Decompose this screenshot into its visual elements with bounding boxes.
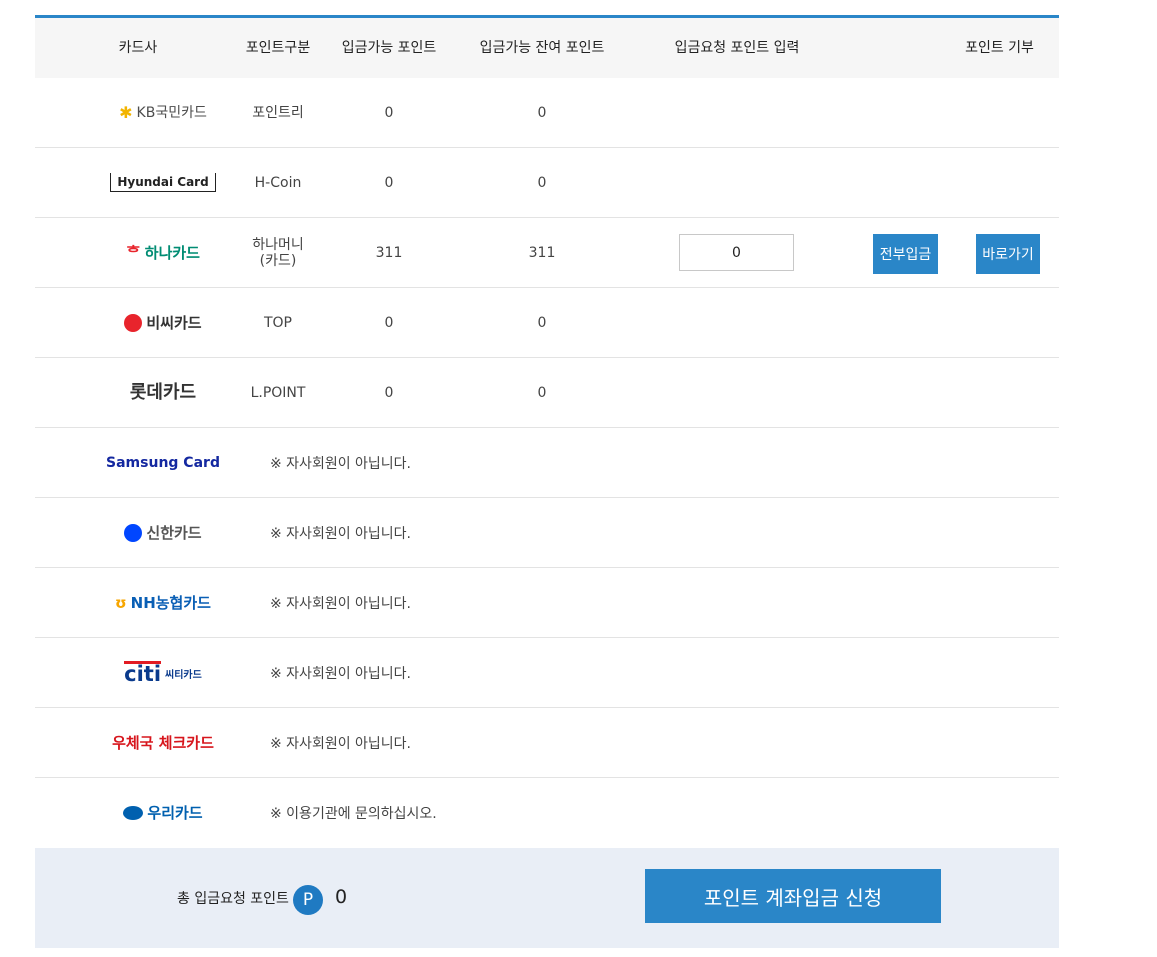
donate-go-button[interactable]: 바로가기 xyxy=(976,234,1040,274)
kb-star-icon: ✱ xyxy=(119,102,133,122)
deposit-all-button[interactable]: 전부입금 xyxy=(873,234,938,274)
request-points-input[interactable] xyxy=(679,234,794,271)
point-type-line1: 하나머니 xyxy=(252,236,304,253)
available-points: 0 xyxy=(384,104,394,121)
available-points: 311 xyxy=(375,244,403,261)
table-row: ᄒ 하나카드 하나머니 (카드) 311 311 전부입금 바로가기 xyxy=(35,218,1059,288)
remaining-points: 311 xyxy=(528,244,556,261)
card-logo-text: 롯데카드 xyxy=(129,381,197,403)
card-logo: Hyundai Card xyxy=(88,148,238,217)
table-row: ✱ KB국민카드 포인트리 0 0 xyxy=(35,78,1059,148)
header-card: 카드사 xyxy=(118,40,158,56)
point-table: 카드사 포인트구분 입금가능 포인트 입금가능 잔여 포인트 입금요청 포인트 … xyxy=(35,15,1059,948)
member-note: ※ 자사회원이 아닙니다. xyxy=(270,735,412,752)
table-row: ʊ NH농협카드 ※ 자사회원이 아닙니다. xyxy=(35,568,1059,638)
card-logo-text: citi xyxy=(124,661,162,686)
card-logo-text: 신한카드 xyxy=(146,523,202,542)
nh-mark-icon: ʊ xyxy=(115,593,127,612)
card-logo: citi 씨티카드 xyxy=(88,638,238,707)
card-logo-text: 우리카드 xyxy=(147,804,203,822)
remaining-points: 0 xyxy=(537,174,547,191)
point-type: L.POINT xyxy=(250,384,306,401)
member-note: ※ 자사회원이 아닙니다. xyxy=(270,665,412,682)
card-logo-subtext: 씨티카드 xyxy=(165,670,202,681)
card-logo-text: 하나카드 xyxy=(144,243,200,262)
available-points: 0 xyxy=(384,174,394,191)
card-logo-text: 비씨카드 xyxy=(146,313,202,332)
card-logo-text: KB국민카드 xyxy=(136,104,207,121)
available-points: 0 xyxy=(384,314,394,331)
member-note: ※ 자사회원이 아닙니다. xyxy=(270,595,412,612)
table-row: 신한카드 ※ 자사회원이 아닙니다. xyxy=(35,498,1059,568)
table-row: 우체국 체크카드 ※ 자사회원이 아닙니다. xyxy=(35,708,1059,778)
table-row: citi 씨티카드 ※ 자사회원이 아닙니다. xyxy=(35,638,1059,708)
woori-mark-icon xyxy=(123,806,144,820)
table-row: Hyundai Card H-Coin 0 0 xyxy=(35,148,1059,218)
card-logo: 우체국 체크카드 xyxy=(88,708,238,777)
point-type: 포인트리 xyxy=(252,104,304,121)
total-request-label: 총 입금요청 포인트 xyxy=(177,891,289,907)
header-donate: 포인트 기부 xyxy=(965,40,1034,56)
card-logo-text: NH농협카드 xyxy=(130,593,211,612)
total-request-value: 0 xyxy=(335,886,348,908)
table-row: Samsung Card ※ 자사회원이 아닙니다. xyxy=(35,428,1059,498)
card-logo: ᄒ 하나카드 xyxy=(88,218,238,287)
point-type: H-Coin xyxy=(254,174,302,191)
header-type: 포인트구분 xyxy=(245,40,311,56)
card-logo: ✱ KB국민카드 xyxy=(88,78,238,147)
card-logo: 롯데카드 xyxy=(88,358,238,427)
table-row: 롯데카드 L.POINT 0 0 xyxy=(35,358,1059,428)
member-note: ※ 자사회원이 아닙니다. xyxy=(270,525,412,542)
hana-mark-icon: ᄒ xyxy=(126,242,141,262)
remaining-points: 0 xyxy=(537,384,547,401)
member-note: ※ 이용기관에 문의하십시오. xyxy=(270,806,437,822)
card-logo: Samsung Card xyxy=(88,428,238,497)
shinhan-mark-icon xyxy=(124,523,143,542)
point-type: TOP xyxy=(263,314,292,331)
card-logo-text: 우체국 체크카드 xyxy=(112,733,214,752)
remaining-points: 0 xyxy=(537,104,547,121)
member-note: ※ 자사회원이 아닙니다. xyxy=(270,455,412,472)
apply-deposit-button[interactable]: 포인트 계좌입금 신청 xyxy=(645,869,941,923)
card-logo-text: Samsung Card xyxy=(106,454,220,471)
point-type: 하나머니 (카드) xyxy=(238,218,318,287)
card-logo: 비씨카드 xyxy=(88,288,238,357)
bc-mark-icon xyxy=(124,313,143,332)
table-row: 비씨카드 TOP 0 0 xyxy=(35,288,1059,358)
header-remaining: 입금가능 잔여 포인트 xyxy=(479,40,605,56)
card-logo: 신한카드 xyxy=(88,498,238,567)
summary-footer: 총 입금요청 포인트 P 0 포인트 계좌입금 신청 xyxy=(35,848,1059,948)
point-type-line2: (카드) xyxy=(259,252,297,269)
header-available: 입금가능 포인트 xyxy=(341,40,437,56)
table-header: 카드사 포인트구분 입금가능 포인트 입금가능 잔여 포인트 입금요청 포인트 … xyxy=(35,18,1059,78)
header-request: 입금요청 포인트 입력 xyxy=(674,40,800,56)
card-logo-text: Hyundai Card xyxy=(110,173,216,192)
request-input-cell xyxy=(678,218,795,287)
remaining-points: 0 xyxy=(537,314,547,331)
card-logo: ʊ NH농협카드 xyxy=(88,568,238,637)
point-p-icon: P xyxy=(293,885,323,915)
available-points: 0 xyxy=(384,384,394,401)
table-row: 우리카드 ※ 이용기관에 문의하십시오. xyxy=(35,778,1059,848)
card-logo: 우리카드 xyxy=(88,778,238,848)
